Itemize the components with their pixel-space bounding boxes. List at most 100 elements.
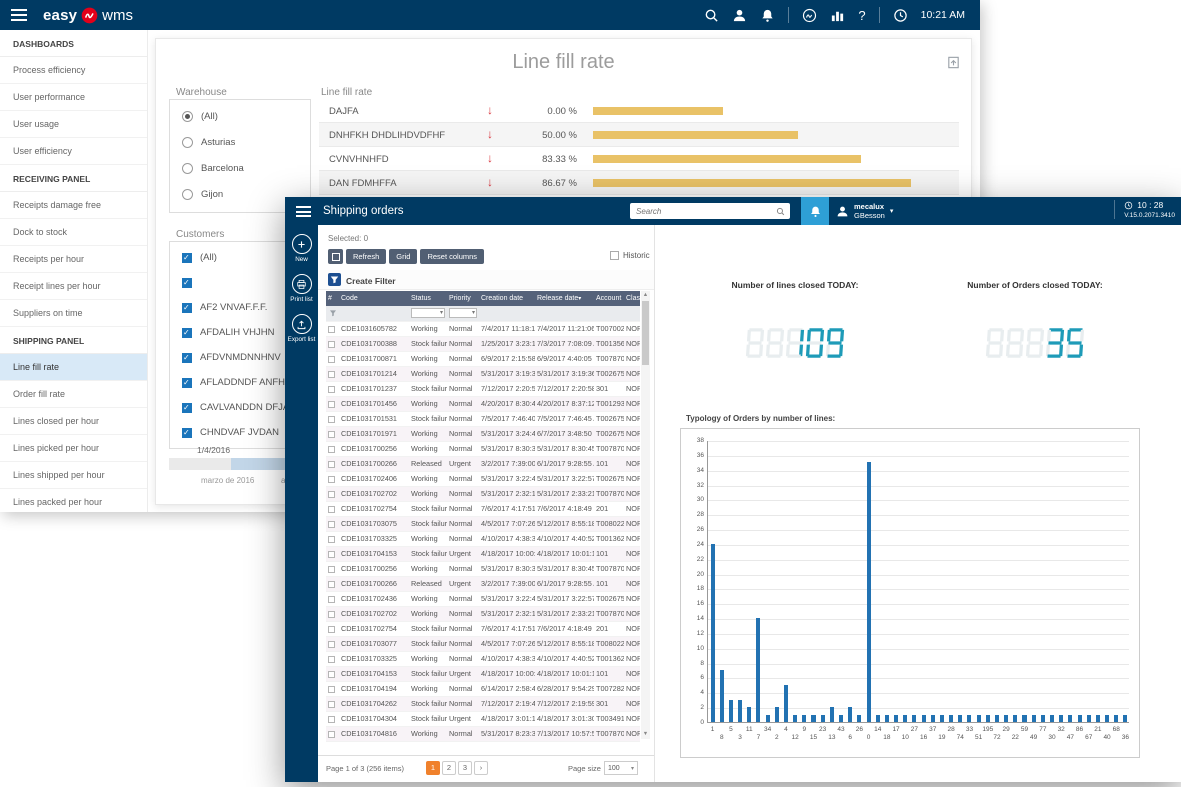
order-account[interactable]: T002675 — [594, 411, 624, 426]
order-row[interactable]: CDE1031704262Stock failureNormal7/12/201… — [326, 696, 640, 711]
order-code[interactable]: CDE1031702406 — [339, 471, 409, 486]
scrollbar-thumb[interactable] — [642, 301, 649, 365]
toolbar-print-list-button[interactable]: Print list — [285, 274, 318, 303]
checkbox-icon[interactable] — [182, 328, 192, 338]
row-checkbox[interactable] — [328, 641, 335, 648]
order-code[interactable]: CDE1031700266 — [339, 456, 409, 471]
page-size-select[interactable]: 100 ▾ — [604, 761, 638, 775]
filter-cell-status[interactable]: ▾ — [409, 306, 447, 321]
mecalux-circle-icon[interactable] — [802, 8, 817, 23]
row-checkbox[interactable] — [328, 656, 335, 663]
toolbar-new-button[interactable]: New — [285, 234, 318, 263]
row-checkbox[interactable] — [328, 521, 335, 528]
order-code[interactable]: CDE1031704816 — [339, 726, 409, 741]
order-row[interactable]: CDE1031702702WorkingNormal5/31/2017 2:32… — [326, 486, 640, 501]
row-checkbox[interactable] — [328, 356, 335, 363]
column-header-code[interactable]: Code — [339, 291, 409, 306]
checkbox-icon[interactable] — [182, 303, 192, 313]
order-account[interactable]: T003491 — [594, 711, 624, 726]
column-header-class[interactable]: Class — [624, 291, 640, 306]
checkbox-icon[interactable] — [182, 278, 192, 288]
order-code[interactable]: CDE1031703325 — [339, 651, 409, 666]
order-row[interactable]: CDE1031702702WorkingNormal5/31/2017 2:32… — [326, 606, 640, 621]
checkbox-icon[interactable] — [182, 403, 192, 413]
row-checkbox[interactable] — [328, 431, 335, 438]
toolbar-export-list-button[interactable]: Export list — [285, 314, 318, 343]
order-row[interactable]: CDE1031702436WorkingNormal5/31/2017 3:22… — [326, 591, 640, 606]
radio-icon[interactable] — [182, 137, 193, 148]
page-button-1[interactable]: 1 — [426, 761, 440, 775]
button-refresh[interactable]: Refresh — [346, 249, 386, 264]
order-account[interactable]: T007870 — [594, 561, 624, 576]
search-icon[interactable] — [704, 8, 719, 23]
sidebar-item-lines-closed-per-hour[interactable]: Lines closed per hour — [0, 408, 147, 435]
order-account[interactable]: T001362 — [594, 531, 624, 546]
warehouse-option-all[interactable]: (All) — [170, 103, 310, 129]
order-code[interactable]: CDE1031702702 — [339, 486, 409, 501]
order-account[interactable]: 101 — [594, 666, 624, 681]
checkbox-icon[interactable] — [182, 428, 192, 438]
order-account[interactable]: 301 — [594, 381, 624, 396]
order-code[interactable]: CDE1031700256 — [339, 561, 409, 576]
filter-cell-blank[interactable] — [326, 306, 339, 321]
order-row[interactable]: CDE1031701214WorkingNormal5/31/2017 3:19… — [326, 366, 640, 381]
menu-icon[interactable] — [296, 206, 311, 217]
select-all-button[interactable] — [328, 249, 343, 264]
sidebar-item-lines-shipped-per-hour[interactable]: Lines shipped per hour — [0, 462, 147, 489]
sidebar-item-receipt-lines-per-hour[interactable]: Receipt lines per hour — [0, 273, 147, 300]
button-grid[interactable]: Grid — [389, 249, 417, 264]
order-row[interactable]: CDE1031703325WorkingNormal4/10/2017 4:38… — [326, 531, 640, 546]
column-header-status[interactable]: Status — [409, 291, 447, 306]
sidebar-item-lines-picked-per-hour[interactable]: Lines picked per hour — [0, 435, 147, 462]
order-code[interactable]: CDE1031701971 — [339, 426, 409, 441]
radio-icon[interactable] — [182, 163, 193, 174]
menu-icon[interactable] — [11, 9, 27, 21]
row-checkbox[interactable] — [328, 371, 335, 378]
order-code[interactable]: CDE1031704153 — [339, 666, 409, 681]
user-menu[interactable]: mecalux GBesson ▾ — [836, 197, 893, 225]
order-row[interactable]: CDE1031700256WorkingNormal5/31/2017 8:30… — [326, 561, 640, 576]
checkbox-icon[interactable] — [182, 253, 192, 263]
row-checkbox[interactable] — [328, 416, 335, 423]
row-checkbox[interactable] — [328, 626, 335, 633]
row-checkbox[interactable] — [328, 536, 335, 543]
row-checkbox[interactable] — [328, 551, 335, 558]
user-icon[interactable] — [732, 8, 747, 23]
order-code[interactable]: CDE1031702754 — [339, 621, 409, 636]
checkbox-icon[interactable] — [182, 353, 192, 363]
order-row[interactable]: CDE1031701531Stock failureNormal7/5/2017… — [326, 411, 640, 426]
column-header-account[interactable]: Account — [594, 291, 624, 306]
order-account[interactable]: 201 — [594, 621, 624, 636]
sidebar-item-receipts-per-hour[interactable]: Receipts per hour — [0, 246, 147, 273]
sidebar-item-user-efficiency[interactable]: User efficiency — [0, 138, 147, 165]
sidebar-item-process-efficiency[interactable]: Process efficiency — [0, 57, 147, 84]
order-row[interactable]: CDE1031704194WorkingNormal6/14/2017 2:58… — [326, 681, 640, 696]
order-code[interactable]: CDE1031701214 — [339, 366, 409, 381]
order-account[interactable]: T001293 — [594, 396, 624, 411]
order-row[interactable]: CDE1031702406WorkingNormal5/31/2017 3:22… — [326, 471, 640, 486]
order-row[interactable]: CDE1031700871WorkingNormal6/9/2017 2:15:… — [326, 351, 640, 366]
order-account[interactable]: 301 — [594, 696, 624, 711]
column-header-priority[interactable]: Priority — [447, 291, 479, 306]
scroll-up-icon[interactable]: ▲ — [641, 291, 650, 300]
order-account[interactable]: 101 — [594, 546, 624, 561]
filter-dropdown[interactable]: ▾ — [411, 308, 445, 318]
row-checkbox[interactable] — [328, 341, 335, 348]
row-checkbox[interactable] — [328, 446, 335, 453]
help-icon[interactable]: ? — [858, 8, 865, 23]
order-code[interactable]: CDE1031700266 — [339, 576, 409, 591]
filter-cell-priority[interactable]: ▾ — [447, 306, 479, 321]
order-code[interactable]: CDE1031702436 — [339, 591, 409, 606]
warehouse-option-asturias[interactable]: Asturias — [170, 129, 310, 155]
order-account[interactable]: T007870 — [594, 351, 624, 366]
order-account[interactable]: T002675 — [594, 426, 624, 441]
filter-funnel-icon[interactable] — [328, 273, 341, 286]
order-row[interactable]: CDE1031703077Stock failureNormal4/5/2017… — [326, 636, 640, 651]
row-checkbox[interactable] — [328, 686, 335, 693]
button-reset-columns[interactable]: Reset columns — [420, 249, 484, 264]
bell-icon[interactable] — [760, 8, 775, 23]
page-next-button[interactable]: › — [474, 761, 488, 775]
chart-icon[interactable] — [830, 8, 845, 23]
order-account[interactable]: T008022 — [594, 636, 624, 651]
column-header-creation-date[interactable]: Creation date — [479, 291, 535, 306]
